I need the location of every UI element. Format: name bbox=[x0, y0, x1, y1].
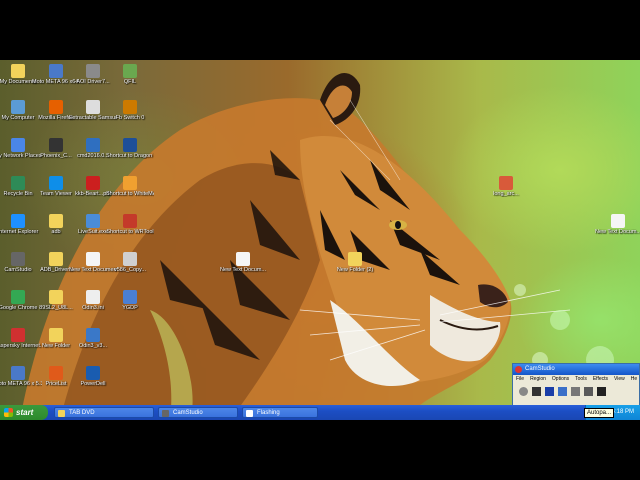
menu-region[interactable]: Region bbox=[530, 375, 546, 384]
folder-icon bbox=[49, 328, 63, 342]
desktop-icon-label: Odin3_v3... bbox=[78, 343, 108, 349]
notepad-icon bbox=[246, 410, 253, 417]
camstudio-toolbar bbox=[513, 384, 639, 396]
web-icon[interactable] bbox=[584, 387, 593, 396]
desktop-icon-label: long_arc... bbox=[493, 191, 519, 197]
text-file-icon bbox=[86, 252, 100, 266]
folder-docs-icon bbox=[11, 64, 25, 78]
folder-icon bbox=[49, 252, 63, 266]
folder-icon bbox=[49, 290, 63, 304]
ie-icon bbox=[11, 214, 25, 228]
desktop-icon-label: New Folder (2) bbox=[336, 267, 374, 273]
computer-icon bbox=[11, 100, 25, 114]
desktop-icon-label: v586_Copy... bbox=[113, 267, 146, 273]
folder-icon bbox=[348, 252, 362, 266]
exe-icon bbox=[86, 100, 100, 114]
ygdp-icon bbox=[123, 290, 137, 304]
powerdell-icon bbox=[86, 366, 100, 380]
desktop-icon[interactable]: Shortcut to WRTool bbox=[106, 214, 154, 235]
record-icon[interactable] bbox=[519, 387, 528, 396]
phoenix-icon bbox=[49, 138, 63, 152]
task-label: CamStudio bbox=[173, 410, 203, 416]
text-file-icon bbox=[236, 252, 250, 266]
settings-icon bbox=[86, 138, 100, 152]
pause-icon[interactable] bbox=[532, 387, 541, 396]
desktop-icon-label: Fb Switch 0 bbox=[115, 115, 145, 121]
camstudio-icon bbox=[162, 410, 169, 417]
desktop-icon[interactable]: Odin3_v3... bbox=[69, 328, 117, 349]
desktop-icon[interactable]: YGDP bbox=[106, 290, 154, 311]
desktop-icon[interactable]: PowerDell bbox=[69, 366, 117, 387]
taskbar-button-flashing[interactable]: Flashing bbox=[242, 407, 318, 418]
camstudio-icon bbox=[515, 366, 522, 373]
tool-icon bbox=[123, 100, 137, 114]
taskbar: start TAB DVD CamStudio Flashing 4:18 PM bbox=[0, 405, 640, 420]
archive-icon bbox=[499, 176, 513, 190]
wrtool-icon bbox=[123, 214, 137, 228]
ini-file-icon bbox=[86, 290, 100, 304]
desktop-icon-label: New Text Docum... bbox=[594, 229, 640, 235]
task-label: Flashing bbox=[257, 410, 280, 416]
start-label: start bbox=[16, 408, 34, 417]
taskbar-button-tab-dvd[interactable]: TAB DVD bbox=[54, 407, 154, 418]
clock[interactable]: 4:18 PM bbox=[612, 405, 634, 420]
menu-tools[interactable]: Tools bbox=[575, 375, 587, 384]
qfil-icon bbox=[123, 64, 137, 78]
chrome-icon bbox=[11, 290, 25, 304]
camstudio-window[interactable]: CamStudio File Region Options Tools Effe… bbox=[512, 363, 640, 407]
windows-logo-icon bbox=[4, 408, 13, 417]
camstudio-title: CamStudio bbox=[525, 366, 555, 372]
folder-icon bbox=[49, 214, 63, 228]
odin-icon bbox=[86, 328, 100, 342]
desktop-icon-label: QFIL bbox=[123, 79, 137, 85]
desktop-icon[interactable]: QFIL bbox=[106, 64, 154, 85]
app-icon bbox=[11, 366, 25, 380]
text-file-icon bbox=[611, 214, 625, 228]
desktop-icon-label: New Text Docum... bbox=[219, 267, 267, 273]
annotate-icon[interactable] bbox=[558, 387, 567, 396]
desktop-icon[interactable]: Fb Switch 0 bbox=[106, 100, 154, 121]
task-label: TAB DVD bbox=[69, 410, 95, 416]
desktop-icon[interactable]: Shortcut to Dragon Flash... bbox=[106, 138, 154, 159]
desktop-icon[interactable]: New Text Docum... bbox=[594, 214, 640, 235]
stop-icon[interactable] bbox=[545, 387, 554, 396]
camstudio-icon bbox=[11, 252, 25, 266]
pricelist-icon bbox=[49, 366, 63, 380]
driver-icon bbox=[86, 64, 100, 78]
start-button[interactable]: start bbox=[0, 405, 48, 420]
livesuit-icon bbox=[86, 214, 100, 228]
desktop-icon[interactable]: long_arc... bbox=[482, 176, 530, 197]
desktop-icon-label: Shortcut to WhiteMAD... bbox=[106, 191, 154, 197]
taskbar-button-camstudio[interactable]: CamStudio bbox=[158, 407, 238, 418]
file-icon bbox=[123, 252, 137, 266]
desktop-icon[interactable]: New Text Docum... bbox=[219, 252, 267, 273]
recycle-bin-icon bbox=[11, 176, 25, 190]
desktop-icon-label: YGDP bbox=[122, 305, 138, 311]
dragon-icon bbox=[123, 138, 137, 152]
shortcut-icon bbox=[123, 176, 137, 190]
desktop-icon[interactable]: New Folder (2) bbox=[331, 252, 379, 273]
app-icon bbox=[49, 64, 63, 78]
menu-effects[interactable]: Effects bbox=[593, 375, 608, 384]
copy-icon[interactable] bbox=[571, 387, 580, 396]
menu-options[interactable]: Options bbox=[552, 375, 569, 384]
desktop-icon[interactable]: Shortcut to WhiteMAD... bbox=[106, 176, 154, 197]
teamviewer-icon bbox=[49, 176, 63, 190]
menu-view[interactable]: View bbox=[614, 375, 625, 384]
folder-icon bbox=[58, 410, 65, 417]
desktop-icon-label: Shortcut to WRTool bbox=[106, 229, 154, 235]
camstudio-titlebar[interactable]: CamStudio bbox=[513, 364, 639, 375]
desktop-icon-label: PowerDell bbox=[80, 381, 106, 387]
camstudio-menubar: File Region Options Tools Effects View H… bbox=[513, 375, 639, 384]
desktop-icon-label: Shortcut to Dragon Flash... bbox=[106, 153, 154, 159]
firefox-icon bbox=[49, 100, 63, 114]
pdf-icon bbox=[86, 176, 100, 190]
desktop-icon[interactable]: v586_Copy... bbox=[106, 252, 154, 273]
menu-file[interactable]: File bbox=[516, 375, 524, 384]
menu-help[interactable]: He bbox=[631, 375, 637, 384]
network-icon bbox=[11, 138, 25, 152]
kaspersky-icon bbox=[11, 328, 25, 342]
minimize-view-icon[interactable] bbox=[597, 387, 606, 396]
tray-tooltip: Autopa... bbox=[584, 408, 615, 418]
